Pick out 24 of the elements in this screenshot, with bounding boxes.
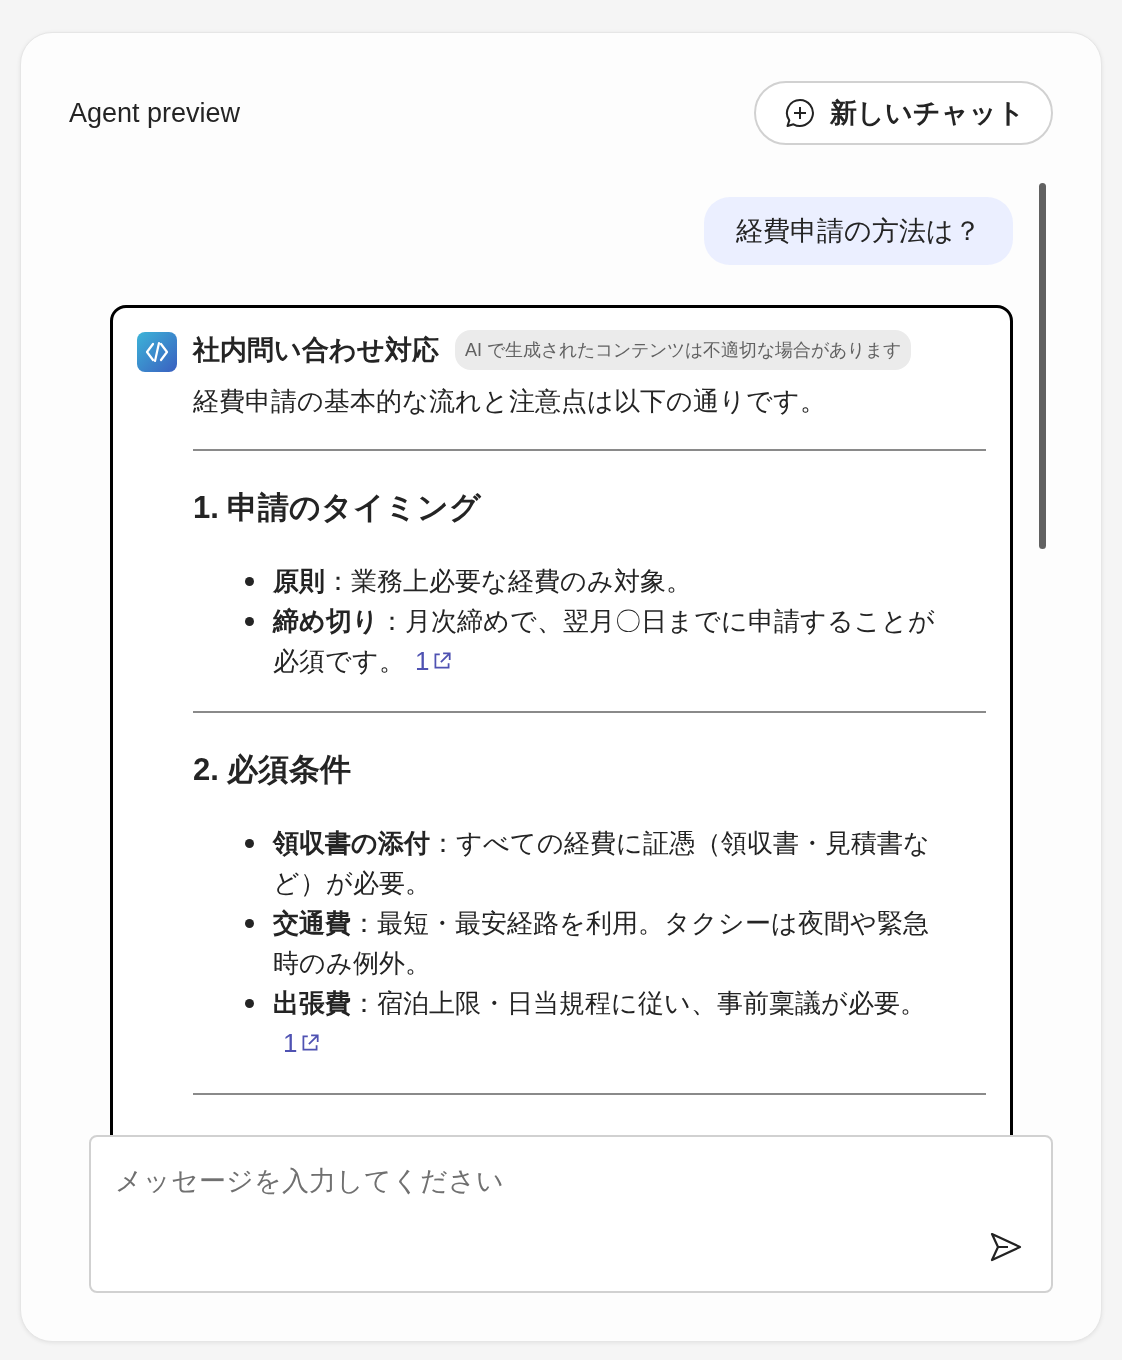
- panel-title: Agent preview: [69, 97, 241, 129]
- list-item-text: 領収書の添付：すべての経費に証憑（領収書・見積書など）が必要。: [273, 828, 930, 898]
- chat-plus-icon: [784, 97, 816, 129]
- bullet-icon: [245, 839, 254, 848]
- section-heading: 2. 必須条件: [193, 751, 353, 789]
- agent-name: 社内問い合わせ対応: [193, 334, 439, 367]
- ai-disclaimer: AI で生成されたコンテンツは不適切な場合があります: [455, 330, 911, 370]
- list-item-text: 交通費：最短・最安経路を利用。タクシーは夜間や緊急時のみ例外。: [273, 908, 929, 978]
- bullet-icon: [245, 617, 254, 626]
- list-item-text: 原則：業務上必要な経費のみ対象。: [273, 566, 692, 596]
- new-chat-button[interactable]: 新しいチャット: [754, 81, 1053, 145]
- message-input[interactable]: メッセージを入力してください: [89, 1135, 1053, 1293]
- bullet-icon: [245, 999, 254, 1008]
- user-message: 経費申請の方法は？: [704, 197, 1013, 265]
- intro-text: 経費申請の基本的な流れと注意点は以下の通りです。: [193, 385, 827, 418]
- agent-icon: [137, 332, 177, 372]
- scrollbar-thumb[interactable]: [1039, 183, 1046, 549]
- citation-link[interactable]: 1: [415, 646, 454, 676]
- bullet-icon: [245, 577, 254, 586]
- list-item-text: 出張費：宿泊上限・日当規程に従い、事前稟議が必要。 1: [273, 988, 926, 1058]
- citation-link[interactable]: 1: [283, 1028, 322, 1058]
- list-item-text: 締め切り：月次締めで、翌月〇日までに申請することが必須です。 1: [273, 606, 935, 676]
- section-heading: 1. 申請のタイミング: [193, 489, 483, 527]
- bullet-icon: [245, 919, 254, 928]
